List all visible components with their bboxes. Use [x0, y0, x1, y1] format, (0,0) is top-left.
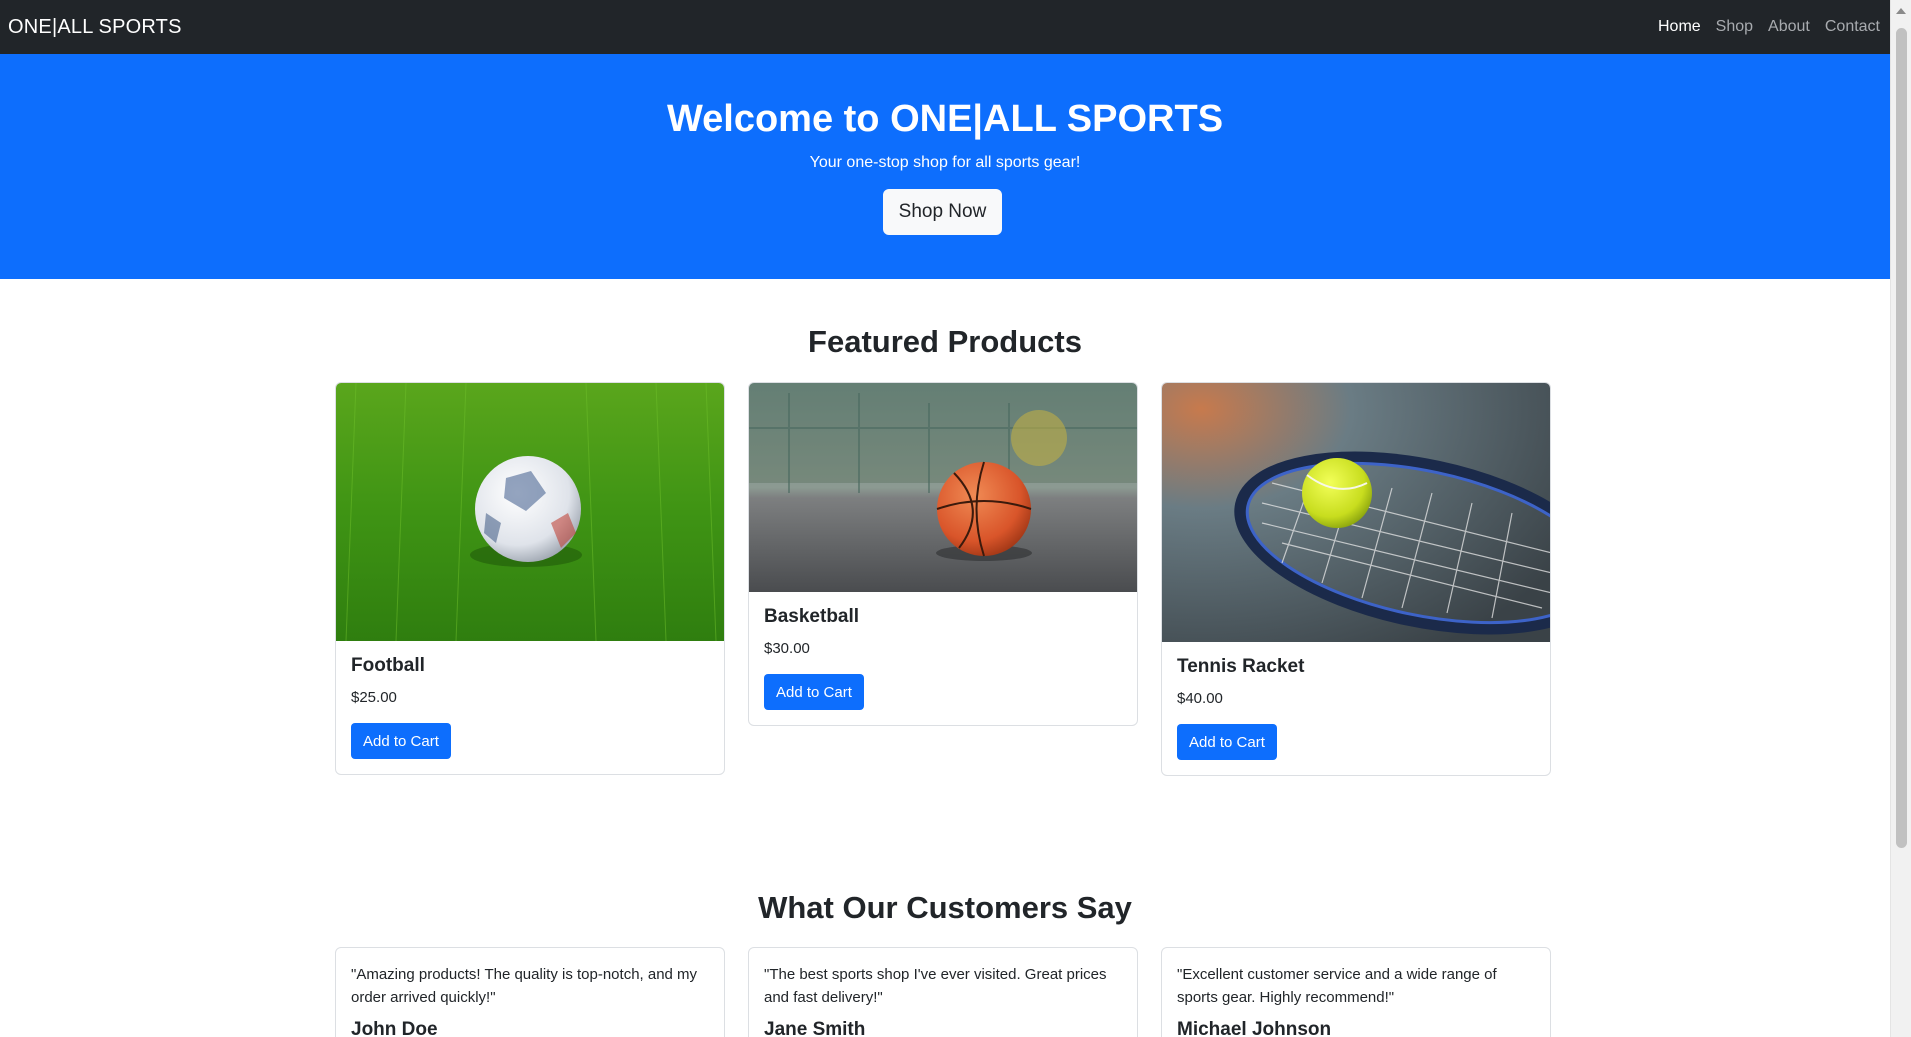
nav-link-shop[interactable]: Shop [1716, 18, 1753, 36]
basketball-image [749, 383, 1137, 592]
scroll-up-arrow-icon[interactable] [1896, 8, 1906, 14]
page-scrollbar[interactable] [1890, 0, 1911, 1037]
testimonial-quote: "Excellent customer service and a wide r… [1177, 966, 1497, 1006]
soccer-ball-on-grass-image [336, 383, 724, 641]
testimonial-author: Jane Smith [764, 1019, 866, 1037]
hero-banner: Welcome to ONE|ALL SPORTS Your one-stop … [0, 54, 1890, 279]
testimonial-quote: "Amazing products! The quality is top-no… [351, 966, 698, 1006]
card-body: Tennis Racket $40.00 Add to Cart [1162, 642, 1550, 775]
nav-link-about[interactable]: About [1768, 18, 1810, 36]
nav-link-home[interactable]: Home [1658, 18, 1701, 36]
product-price: $30.00 [764, 640, 810, 657]
testimonial-card: "The best sports shop I've ever visited.… [748, 947, 1138, 1037]
add-to-cart-button[interactable]: Add to Cart [1177, 724, 1277, 760]
nav-link-contact[interactable]: Contact [1825, 18, 1880, 36]
navbar: ONE|ALL SPORTS Home Shop About Contact [0, 0, 1890, 54]
product-card-basketball: Basketball $30.00 Add to Cart [748, 382, 1138, 726]
football-image [336, 383, 724, 641]
shop-now-button[interactable]: Shop Now [883, 189, 1002, 235]
basketball-on-court-image [749, 383, 1137, 592]
testimonial-card: "Excellent customer service and a wide r… [1161, 947, 1551, 1037]
scroll-thumb[interactable] [1896, 28, 1907, 848]
product-name: Football [351, 655, 425, 676]
hero-subtitle: Your one-stop shop for all sports gear! [809, 154, 1081, 171]
testimonials-title: What Our Customers Say [758, 890, 1132, 925]
tennis-racket-image [1162, 383, 1550, 642]
card-body: Basketball $30.00 Add to Cart [749, 592, 1137, 725]
product-name: Basketball [764, 606, 860, 627]
nav-links: Home Shop About Contact [1658, 18, 1880, 36]
product-price: $40.00 [1177, 690, 1223, 707]
testimonial-quote: "The best sports shop I've ever visited.… [764, 966, 1107, 1006]
add-to-cart-button[interactable]: Add to Cart [351, 723, 451, 759]
product-price: $25.00 [351, 689, 397, 706]
hero-title: Welcome to ONE|ALL SPORTS [666, 98, 1224, 140]
testimonial-card: "Amazing products! The quality is top-no… [335, 947, 725, 1037]
product-name: Tennis Racket [1177, 656, 1305, 677]
featured-products-title: Featured Products [808, 324, 1082, 359]
card-body: Football $25.00 Add to Cart [336, 641, 724, 774]
product-card-tennis-racket: Tennis Racket $40.00 Add to Cart [1161, 382, 1551, 776]
testimonial-author: John Doe [351, 1019, 438, 1037]
add-to-cart-button[interactable]: Add to Cart [764, 674, 864, 710]
testimonial-author: Michael Johnson [1177, 1019, 1332, 1037]
product-card-football: Football $25.00 Add to Cart [335, 382, 725, 775]
brand-logo[interactable]: ONE|ALL SPORTS [8, 16, 182, 39]
tennis-ball-on-racket-image [1162, 383, 1550, 642]
